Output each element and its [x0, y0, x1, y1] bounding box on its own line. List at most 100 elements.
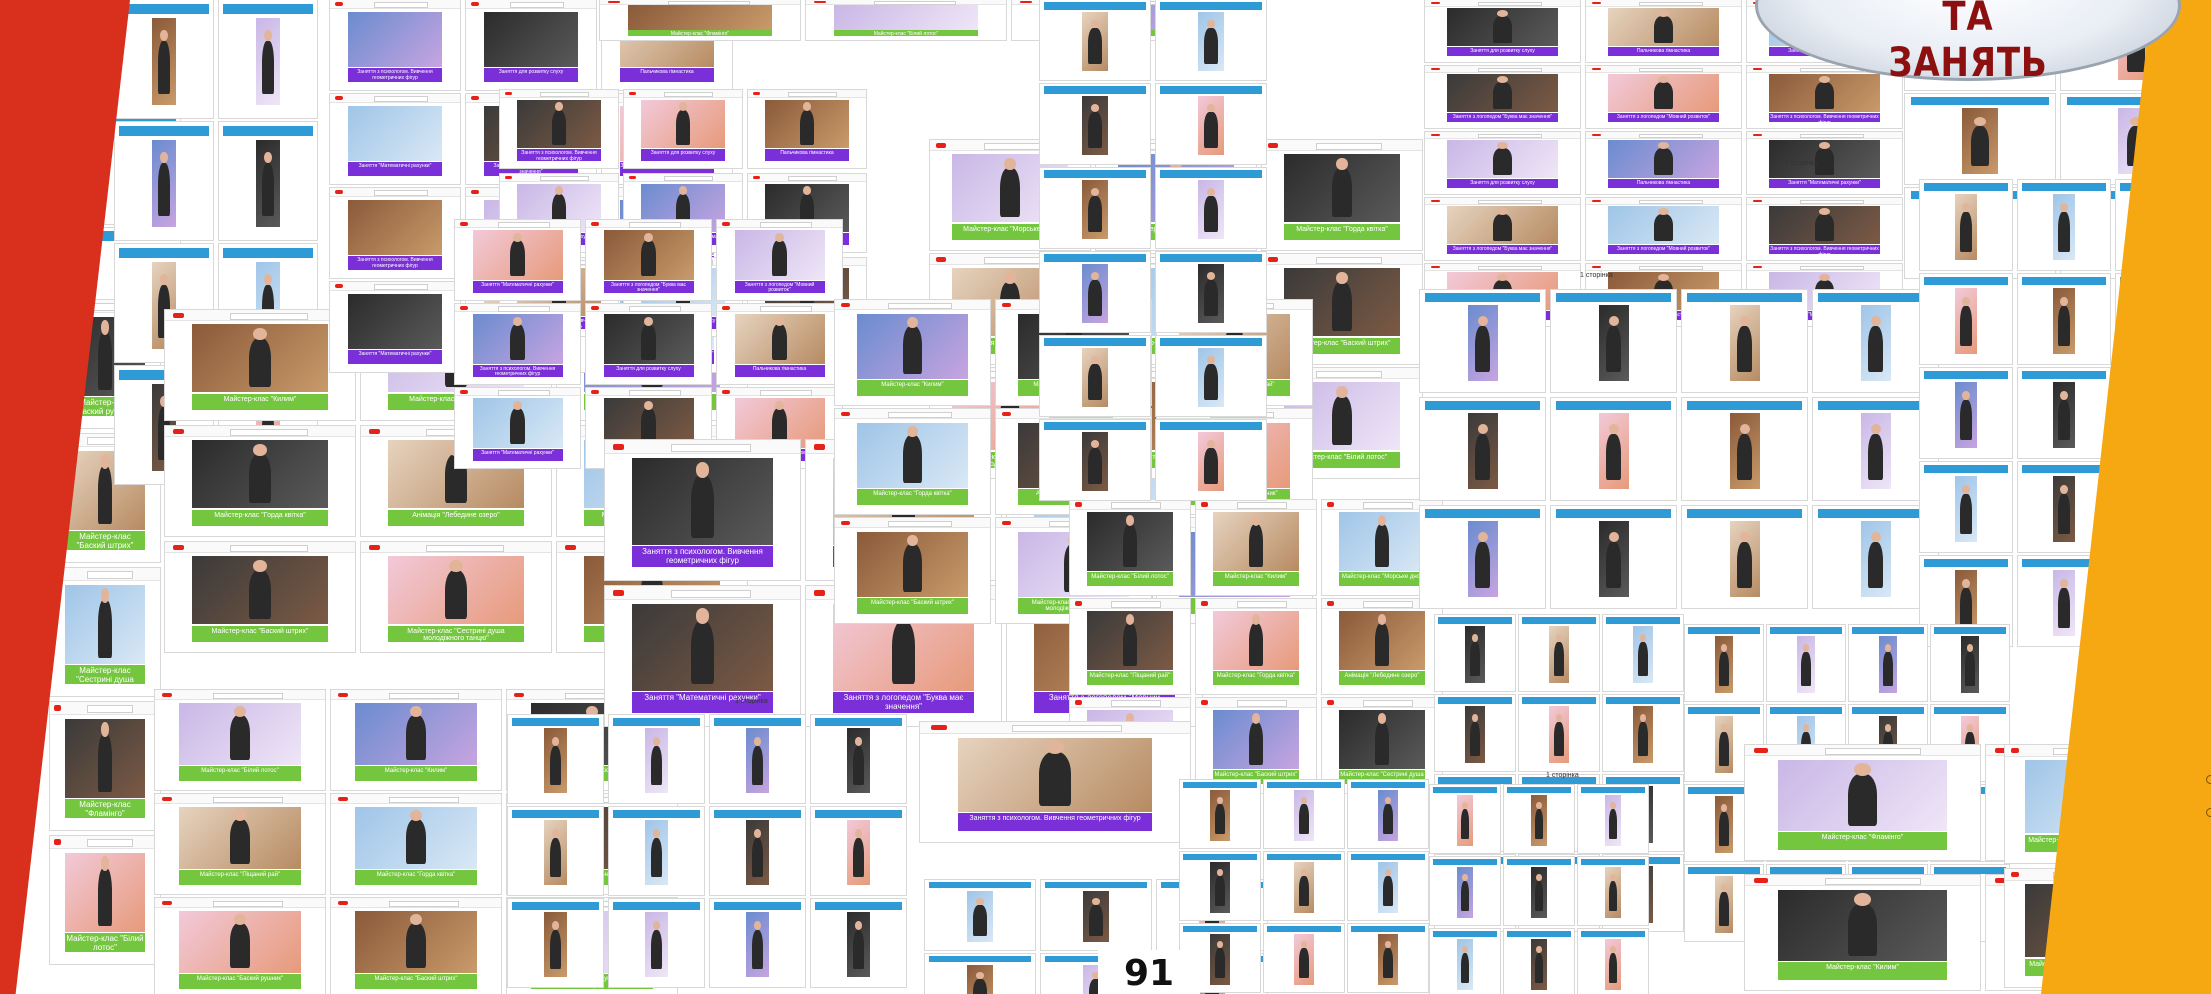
person-head [1966, 644, 1974, 652]
video-screenshot [508, 899, 603, 987]
youtube-logo-icon [2010, 871, 2019, 878]
person-figure [1475, 541, 1490, 588]
video-screenshot [1041, 880, 1151, 950]
video-caption: Заняття з логопедом "Мовний розвиток" [734, 280, 825, 293]
person-figure [444, 569, 468, 619]
person-figure [1606, 325, 1621, 372]
person-head [1471, 714, 1479, 722]
search-bar-icon [388, 900, 459, 907]
video-title-bar [1770, 627, 1842, 635]
video-title-bar [1267, 854, 1341, 861]
youtube-logo-icon [814, 1, 826, 3]
person-head [1216, 941, 1224, 948]
video-screenshot [1180, 780, 1260, 848]
person-figure [1470, 721, 1480, 756]
youtube-logo-icon [368, 428, 380, 434]
person-figure [1737, 541, 1752, 588]
youtube-logo-icon [513, 692, 524, 697]
person-head [652, 737, 661, 746]
person-head [513, 400, 522, 410]
person-figure [1737, 325, 1752, 372]
video-screenshot: Заняття з психологом. Вивчення геометрич… [500, 90, 618, 168]
youtube-logo-icon [752, 175, 760, 180]
youtube-logo-icon [2010, 747, 2019, 754]
person-head [1384, 797, 1392, 804]
video-screenshot: Заняття "Математичні рахунки" [330, 282, 460, 372]
person-head [1125, 614, 1135, 625]
youtube-logo-icon [337, 796, 348, 801]
person-figure [641, 240, 656, 276]
video-title-bar [1687, 401, 1802, 411]
video-screenshot: Заняття з психологом. Вивчення геометрич… [330, 0, 460, 90]
person-figure [549, 929, 562, 970]
person-head [854, 921, 863, 930]
page-label: 1 сторінка [735, 698, 768, 705]
youtube-logo-icon [1200, 601, 1208, 606]
search-bar-icon [759, 390, 812, 396]
video-screenshot: Заняття з логопедом "Буква має значення" [1425, 198, 1580, 260]
person-figure [650, 837, 663, 878]
video-caption: Майстер-клас "Килим" [856, 379, 969, 396]
search-bar-icon [1236, 601, 1287, 608]
youtube-logo-icon [1268, 142, 1278, 148]
youtube-logo-icon [460, 222, 468, 226]
person-figure [1215, 875, 1225, 907]
search-bar-icon [540, 91, 590, 98]
video-screenshot [1264, 780, 1344, 848]
person-head [1658, 75, 1669, 83]
person-figure [690, 621, 715, 684]
person-head [234, 706, 246, 717]
person-figure [1608, 880, 1618, 912]
video-screenshot [1264, 852, 1344, 920]
video-title-bar [1923, 276, 2009, 285]
person-head [1462, 802, 1468, 809]
youtube-logo-icon [841, 411, 851, 417]
search-bar-icon [229, 428, 308, 436]
video-caption: Майстер-клас "Горда квітка" [1212, 671, 1300, 686]
video-title-bar [1432, 859, 1498, 866]
video-title-bar [1934, 867, 2006, 875]
video-screenshot [1430, 857, 1500, 925]
video-screenshot [925, 954, 1035, 994]
person-head [652, 829, 661, 838]
video-frame [348, 199, 442, 256]
person-figure [1654, 213, 1673, 242]
youtube-logo-icon [1753, 67, 1763, 71]
video-caption: Майстер-клас "Білий лотос" [834, 30, 978, 37]
video-screenshot [609, 899, 704, 987]
youtube-logo-icon [1200, 502, 1208, 507]
person-head [1497, 75, 1508, 83]
video-caption: Заняття для розвитку слуху [603, 364, 694, 377]
youtube-logo-icon [460, 306, 468, 310]
person-head [253, 327, 267, 340]
video-caption: Заняття з логопедом "Буква має значення" [603, 280, 694, 293]
search-bar-icon [1316, 370, 1383, 378]
video-screenshot [1519, 695, 1599, 771]
person-head [1962, 578, 1970, 588]
person-figure [1848, 903, 1877, 956]
search-bar-icon [212, 796, 283, 803]
video-caption: Пальчикова гімнастика [1607, 47, 1720, 57]
person-figure [1960, 587, 1972, 628]
person-figure [751, 837, 764, 878]
video-caption: Майстер-клас "Піщаний рай" [178, 870, 302, 885]
person-head [1739, 531, 1750, 542]
person-figure [1960, 211, 1972, 252]
video-title-bar [1688, 867, 1760, 875]
search-bar-icon [229, 312, 308, 320]
video-title-bar [814, 717, 903, 726]
video-title-bar [612, 809, 701, 818]
youtube-logo-icon [471, 2, 479, 7]
video-screenshot [1348, 852, 1428, 920]
person-head [1497, 207, 1508, 215]
video-screenshot [1156, 252, 1266, 332]
video-screenshot: Заняття з психологом. Вивчення геометрич… [605, 440, 800, 580]
person-figure [1960, 399, 1972, 440]
person-head [264, 151, 272, 164]
search-bar-icon [1638, 67, 1703, 73]
search-bar-icon [1799, 133, 1864, 139]
video-title-bar [1044, 86, 1146, 94]
video-caption: Майстер-клас "Баский штрих" [354, 974, 478, 989]
person-figure [2058, 305, 2070, 346]
bullet-icon [2206, 775, 2211, 784]
